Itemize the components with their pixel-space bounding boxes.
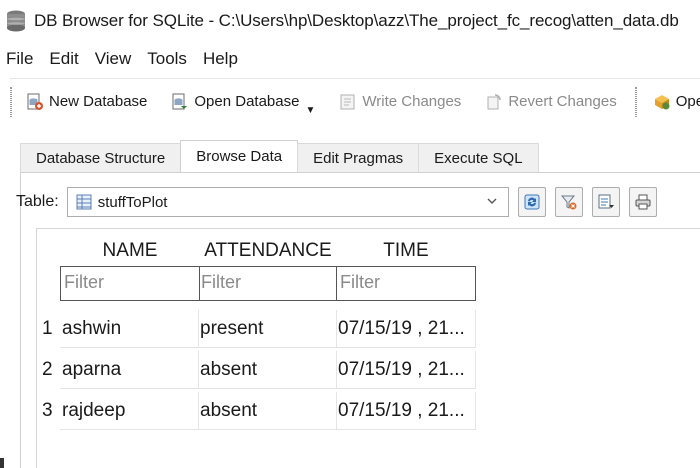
revert-changes-icon [487,93,502,109]
open-project-button[interactable]: Ope [653,93,700,111]
refresh-button[interactable] [517,187,546,217]
write-changes-icon [340,94,355,109]
table-selector-row: Table: stuffToPlot [16,187,657,217]
table-label: Table: [16,193,59,210]
filter-time-input[interactable]: Filter [336,266,476,301]
menu-bar: File Edit View Tools Help [0,44,254,74]
filter-name-input[interactable]: Filter [60,266,200,301]
table-cell[interactable]: present [198,310,337,348]
row-number[interactable]: 1 [42,318,53,340]
table-icon [76,194,92,210]
title-bar: DB Browser for SQLite - C:\Users\hp\Desk… [0,0,700,42]
save-view-button[interactable] [591,187,620,217]
tab-browse-data[interactable]: Browse Data [180,140,299,173]
column-header-time[interactable]: TIME [336,240,476,268]
write-changes-button[interactable]: Write Changes [339,93,461,111]
new-database-button[interactable]: New Database [26,93,147,111]
chevron-down-icon[interactable]: ▼ [305,105,315,116]
toolbar-grip[interactable] [10,86,12,117]
table-cell[interactable]: 07/15/19 , 21... [336,392,476,430]
new-database-label: New Database [49,93,148,110]
main-toolbar: New Database Open Database ▼ Write Chang… [10,78,700,124]
column-header-name[interactable]: NAME [60,240,200,268]
table-select-value: stuffToPlot [97,193,168,211]
open-database-label: Open Database [194,93,300,110]
save-view-icon [598,194,614,209]
new-database-icon [27,93,43,110]
table-cell[interactable]: ashwin [60,310,199,348]
table-cell[interactable]: absent [198,351,337,389]
table-cell[interactable]: rajdeep [60,392,199,430]
clear-filters-button[interactable] [554,187,583,217]
revert-changes-button[interactable]: Revert Changes [485,93,617,111]
chevron-down-icon [487,198,497,204]
table-select[interactable]: stuffToPlot [66,187,509,217]
print-icon [635,194,651,210]
open-project-label: Ope [675,93,700,110]
tab-database-structure[interactable]: Database Structure [20,143,182,173]
open-database-button[interactable]: Open Database ▼ [171,93,315,116]
write-changes-label: Write Changes [362,93,462,110]
table-cell[interactable]: 07/15/19 , 21... [336,351,476,389]
menu-view[interactable]: View [95,49,132,69]
open-database-icon [172,93,188,109]
window-edge-marker [0,458,4,468]
clear-filters-icon [560,195,577,210]
table-cell[interactable]: 07/15/19 , 21... [336,310,476,348]
column-header-attendance[interactable]: ATTENDANCE [198,240,338,268]
database-icon [7,10,25,32]
revert-changes-label: Revert Changes [508,93,617,110]
row-number[interactable]: 2 [42,359,53,381]
toolbar-separator [634,86,637,117]
print-button[interactable] [628,187,657,217]
menu-help[interactable]: Help [203,49,238,69]
table-cell[interactable]: aparna [60,351,199,389]
refresh-icon [524,194,540,210]
table-cell[interactable]: absent [198,392,337,430]
menu-tools[interactable]: Tools [147,49,187,69]
tab-edit-pragmas[interactable]: Edit Pragmas [297,143,420,173]
window-title: DB Browser for SQLite - C:\Users\hp\Desk… [34,11,679,30]
filter-attendance-input[interactable]: Filter [198,266,337,301]
row-number[interactable]: 3 [42,400,53,422]
menu-edit[interactable]: Edit [49,49,78,69]
open-project-icon [654,94,670,109]
menu-file[interactable]: File [6,49,33,69]
tab-bar: Database Structure Browse Data Edit Prag… [20,140,539,173]
tab-execute-sql[interactable]: Execute SQL [418,143,539,173]
